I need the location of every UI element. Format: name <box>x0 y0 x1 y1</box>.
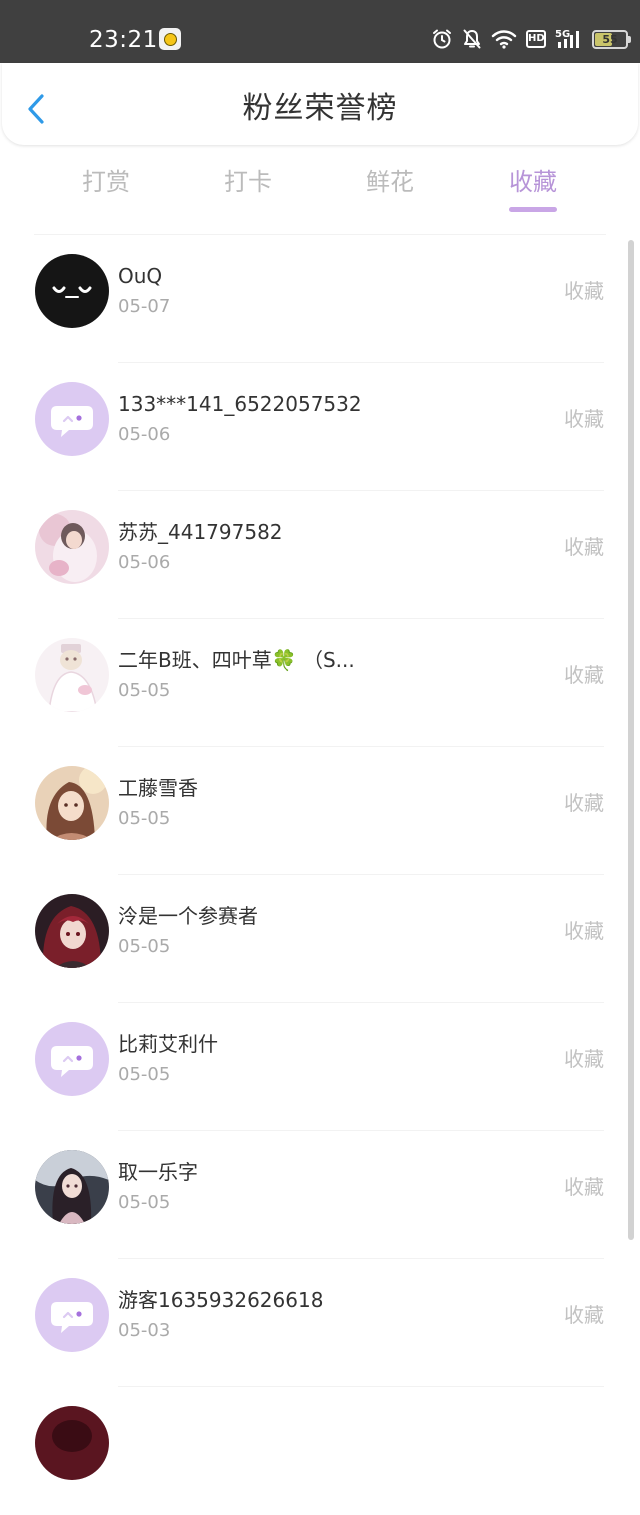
list-item[interactable]: 苏苏_441797582 05-06 收藏 <box>0 491 640 619</box>
mute-bell-icon <box>463 29 481 49</box>
fan-list: OuQ 05-07 收藏 133***141_6522057532 05-06 … <box>0 235 640 1515</box>
scrollbar[interactable] <box>628 240 634 1240</box>
hd-badge: HD <box>526 30 546 48</box>
network-type: 5G <box>555 29 570 40</box>
fan-date: 05-05 <box>118 1064 171 1085</box>
fan-name: 游客1635932626618 <box>118 1288 324 1312</box>
anime-portrait-icon <box>35 766 109 840</box>
fan-name: 苏苏_441797582 <box>118 520 283 544</box>
favorite-label: 收藏 <box>564 279 604 303</box>
tab-bar: 打赏 打卡 鲜花 收藏 <box>0 160 640 220</box>
list-item[interactable]: OuQ 05-07 收藏 <box>0 235 640 363</box>
fan-date: 05-05 <box>118 808 171 829</box>
avatar <box>35 510 109 584</box>
fan-date: 05-03 <box>118 1320 171 1341</box>
fan-name: 泠是一个参赛者 <box>118 904 258 928</box>
anime-portrait-icon <box>35 1406 109 1480</box>
list-item[interactable]: 游客1635932626618 05-03 收藏 <box>0 1259 640 1387</box>
favorite-label: 收藏 <box>564 791 604 815</box>
avatar <box>35 1406 109 1480</box>
alarm-icon <box>433 29 451 49</box>
tab-label: 收藏 <box>509 168 557 196</box>
favorite-label: 收藏 <box>564 407 604 431</box>
avatar <box>35 1150 109 1224</box>
app-notification-icon <box>159 28 181 50</box>
anime-portrait-icon <box>35 638 109 712</box>
status-time: 23:21 <box>89 27 158 53</box>
fan-name: OuQ <box>118 264 163 288</box>
battery-icon: 55 <box>592 29 631 49</box>
tab-indicator <box>509 207 557 212</box>
favorite-label: 收藏 <box>564 919 604 943</box>
fan-date: 05-05 <box>118 1192 171 1213</box>
list-item[interactable]: 泠是一个参赛者 05-05 收藏 <box>0 875 640 1003</box>
avatar <box>35 638 109 712</box>
signal-icon: 5G <box>555 29 579 48</box>
tab-favorites[interactable]: 收藏 <box>483 160 583 212</box>
avatar <box>35 766 109 840</box>
battery-percent: 55 <box>602 32 618 46</box>
fan-date: 05-05 <box>118 936 171 957</box>
avatar <box>35 1022 109 1096</box>
tab-label: 打卡 <box>224 168 272 196</box>
list-item[interactable]: 133***141_6522057532 05-06 收藏 <box>0 363 640 491</box>
fan-name: 工藤雪香 <box>118 776 198 800</box>
avatar <box>35 382 109 456</box>
favorite-label: 收藏 <box>564 663 604 687</box>
list-item[interactable] <box>0 1387 640 1515</box>
fan-name: 二年B班、四叶草🍀 （S... <box>118 648 355 672</box>
favorite-label: 收藏 <box>564 1175 604 1199</box>
fan-date: 05-06 <box>118 424 171 445</box>
header-bar: 粉丝荣誉榜 <box>2 63 638 145</box>
tab-checkin[interactable]: 打卡 <box>198 160 298 204</box>
list-item[interactable]: 取一乐字 05-05 收藏 <box>0 1131 640 1259</box>
favorite-label: 收藏 <box>564 535 604 559</box>
portrait-photo-icon <box>35 510 109 584</box>
list-item[interactable]: 二年B班、四叶草🍀 （S... 05-05 收藏 <box>0 619 640 747</box>
avatar <box>35 1278 109 1352</box>
fan-name: 133***141_6522057532 <box>118 392 362 416</box>
tab-label: 鲜花 <box>366 168 414 196</box>
anime-portrait-icon <box>35 894 109 968</box>
anime-portrait-icon <box>35 1150 109 1224</box>
chat-bubble-icon <box>35 382 109 456</box>
avatar <box>35 894 109 968</box>
avatar <box>35 254 109 328</box>
fan-name: 取一乐字 <box>118 1160 198 1184</box>
page-title: 粉丝荣誉榜 <box>242 91 398 126</box>
favorite-label: 收藏 <box>564 1303 604 1327</box>
fan-date: 05-05 <box>118 680 171 701</box>
tab-flowers[interactable]: 鲜花 <box>340 160 440 204</box>
fan-date: 05-06 <box>118 552 171 573</box>
list-item[interactable]: 比莉艾利什 05-05 收藏 <box>0 1003 640 1131</box>
fan-name: 比莉艾利什 <box>118 1032 218 1056</box>
favorite-label: 收藏 <box>564 1047 604 1071</box>
tab-reward[interactable]: 打赏 <box>56 160 156 204</box>
chat-bubble-icon <box>35 1022 109 1096</box>
tab-label: 打赏 <box>82 168 130 196</box>
status-indicators: HD 5G 55 <box>431 24 631 54</box>
chat-bubble-icon <box>35 1278 109 1352</box>
list-item[interactable]: 工藤雪香 05-05 收藏 <box>0 747 640 875</box>
fan-date: 05-07 <box>118 296 171 317</box>
wifi-icon <box>491 30 517 49</box>
status-bar: 23:21 HD 5G 55 <box>0 0 640 63</box>
black-face-avatar-icon <box>35 254 109 328</box>
